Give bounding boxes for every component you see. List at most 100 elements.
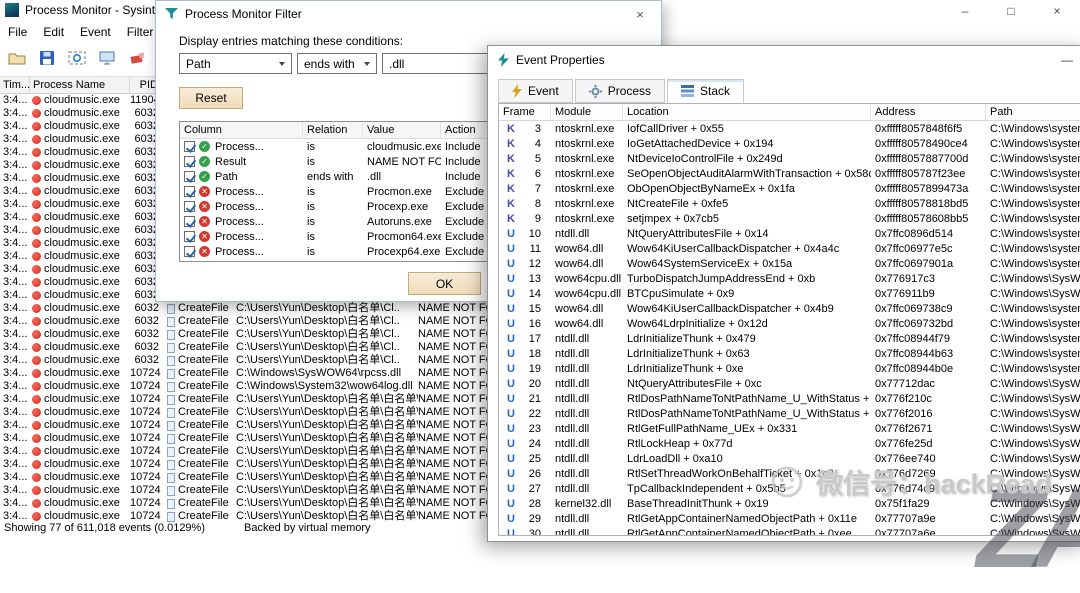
checkbox-checked-icon[interactable] (184, 171, 195, 182)
stack-header-module[interactable]: Module (551, 104, 623, 120)
column-header-process-name[interactable]: Process Name (30, 77, 130, 93)
stack-frame-row[interactable]: K 5 ntoskrnl.exe NtDeviceIoControlFile + 0x… (499, 151, 1080, 166)
minimize-button[interactable]: – (942, 0, 988, 22)
menu-file[interactable]: File (0, 25, 35, 39)
process-name-text: cloudmusic.exe (44, 484, 120, 496)
stack-frame-row[interactable]: U 14 wow64cpu.dll BTCpuSimulate + 0x9 0x7769… (499, 286, 1080, 301)
stack-frame-row[interactable]: U 10 ntdll.dll NtQueryAttributesFile + 0x14… (499, 226, 1080, 241)
event-properties-minimize-button[interactable]: — (1048, 46, 1080, 73)
process-name-text: cloudmusic.exe (44, 354, 120, 366)
stack-frame-row[interactable]: K 6 ntoskrnl.exe SeOpenObjectAuditAlarmWith… (499, 166, 1080, 181)
stack-frame-row[interactable]: U 25 ntdll.dll LdrLoadDll + 0xa10 0x776ee740… (499, 451, 1080, 466)
column-header-time[interactable]: Tim... (0, 77, 30, 93)
stack-address-cell: 0x7ffc069738c9 (875, 302, 953, 315)
stack-frame-row[interactable]: U 29 ntdll.dll RtlGetAppContainerNamedObjec… (499, 511, 1080, 526)
stack-frame-row[interactable]: U 26 ntdll.dll RtlSetThreadWorkOnBehalfTick… (499, 466, 1080, 481)
stack-frame-row[interactable]: U 21 ntdll.dll RtlDosPathNameToNtPathName_U… (499, 391, 1080, 406)
capture-icon[interactable] (66, 47, 88, 69)
filter-header-value[interactable]: Value (363, 122, 441, 138)
frame-number: 13 (528, 272, 541, 285)
ok-button[interactable]: OK (408, 272, 481, 295)
stack-frame-row[interactable]: U 20 ntdll.dll NtQueryAttributesFile + 0xc 0… (499, 376, 1080, 391)
stack-frame-row[interactable]: U 27 ntdll.dll TpCallbackIndependent + 0x5b… (499, 481, 1080, 496)
filter-dialog-titlebar[interactable]: Process Monitor Filter × (156, 1, 661, 27)
stack-frame-row[interactable]: U 11 wow64.dll Wow64KiUserCallbackDispatche… (499, 241, 1080, 256)
save-icon[interactable] (36, 47, 58, 69)
tab-event[interactable]: Event (498, 79, 573, 103)
filter-rule-column: Process... (215, 230, 264, 243)
stack-frame-row[interactable]: U 13 wow64cpu.dll TurboDispatchJumpAddressE… (499, 271, 1080, 286)
tab-process[interactable]: Process (574, 79, 666, 103)
clear-icon[interactable] (126, 47, 148, 69)
stack-frame-row[interactable]: U 28 kernel32.dll BaseThreadInitThunk + 0x1… (499, 496, 1080, 511)
stack-header-address[interactable]: Address (871, 104, 986, 120)
filter-header-column[interactable]: Column (180, 122, 303, 138)
checkbox-checked-icon[interactable] (184, 186, 195, 197)
operation-name-text: CreateFile (178, 471, 229, 483)
tab-stack-label: Stack (700, 84, 731, 98)
maximize-button[interactable]: □ (988, 0, 1034, 22)
event-process-cell: cloudmusic.exe (30, 393, 130, 406)
user-frame-icon: U (507, 317, 515, 330)
filter-rule-relation: is (307, 200, 315, 213)
stack-address-cell: 0xfffff8057887700d (875, 152, 969, 165)
stack-frame-row[interactable]: U 24 ntdll.dll RtlLockHeap + 0x77d 0x776fe25… (499, 436, 1080, 451)
menu-event[interactable]: Event (72, 25, 119, 39)
stack-frame-row[interactable]: K 3 ntoskrnl.exe IofCallDriver + 0x55 0xffff… (499, 121, 1080, 136)
stack-frame-row[interactable]: U 22 ntdll.dll RtlDosPathNameToNtPathName_U… (499, 406, 1080, 421)
filter-rule-main-cell: ✕ Process... (180, 216, 303, 228)
stack-frame-row[interactable]: K 9 ntoskrnl.exe setjmpex + 0x7cb5 0xfffff80… (499, 211, 1080, 226)
event-time-cell: 3:4... (3, 250, 28, 262)
close-button[interactable]: × (1034, 0, 1080, 22)
reset-button[interactable]: Reset (179, 87, 243, 109)
checkbox-checked-icon[interactable] (184, 246, 195, 257)
event-pid-cell: 10724 (130, 419, 161, 431)
filter-funnel-icon (165, 8, 178, 20)
checkbox-checked-icon[interactable] (184, 231, 195, 242)
filter-close-icon[interactable]: × (625, 3, 655, 25)
event-time-cell: 3:4... (3, 432, 28, 444)
filter-rule-main-cell: ✕ Process... (180, 201, 303, 213)
event-operation-cell: CreateFile (162, 315, 236, 328)
tab-stack[interactable]: Stack (667, 79, 745, 103)
event-pid-cell: 10724 (130, 497, 161, 509)
stack-module-cell: ntdll.dll (555, 452, 590, 465)
stack-frame-row[interactable]: U 19 ntdll.dll LdrInitializeThunk + 0xe 0x7f… (499, 361, 1080, 376)
checkbox-checked-icon[interactable] (184, 141, 195, 152)
stack-header-location[interactable]: Location (623, 104, 871, 120)
menu-edit[interactable]: Edit (35, 25, 72, 39)
checkbox-checked-icon[interactable] (184, 156, 195, 167)
stack-frame-row[interactable]: K 8 ntoskrnl.exe NtCreateFile + 0xfe5 0xffff… (499, 196, 1080, 211)
stack-frame-row[interactable]: U 18 ntdll.dll LdrInitializeThunk + 0x63 0x7… (499, 346, 1080, 361)
filter-relation-select[interactable]: ends with (297, 53, 377, 74)
event-process-cell: cloudmusic.exe (30, 497, 130, 510)
checkbox-checked-icon[interactable] (184, 216, 195, 227)
stack-frame-row[interactable]: U 23 ntdll.dll RtlGetFullPathName_UEx + 0x3… (499, 421, 1080, 436)
filter-header-relation[interactable]: Relation (303, 122, 363, 138)
stack-frame-row[interactable]: U 15 wow64.dll Wow64KiUserCallbackDispatche… (499, 301, 1080, 316)
cloudmusic-process-icon (32, 226, 41, 235)
stack-frame-row[interactable]: U 16 wow64.dll Wow64LdrpInitialize + 0x12d 0… (499, 316, 1080, 331)
stack-path-cell: C:\Windows\system32 (990, 182, 1080, 195)
stack-frame-row[interactable]: K 4 ntoskrnl.exe IoGetAttachedDevice + 0x19… (499, 136, 1080, 151)
event-pid-cell: 10724 (130, 458, 161, 470)
event-properties-titlebar[interactable]: Event Properties — (488, 46, 1080, 73)
stack-frame-row[interactable]: U 12 wow64.dll Wow64SystemServiceEx + 0x15a… (499, 256, 1080, 271)
stack-address-cell: 0x75f1fa29 (875, 497, 930, 510)
user-frame-icon: U (507, 272, 515, 285)
cloudmusic-process-icon (32, 148, 41, 157)
autoscroll-icon[interactable] (96, 47, 118, 69)
event-time-cell: 3:4... (3, 224, 28, 236)
stack-frame-row[interactable]: K 7 ntoskrnl.exe ObOpenObjectByNameEx + 0x1… (499, 181, 1080, 196)
stack-address-cell: 0x776f2671 (875, 422, 933, 435)
stack-module-cell: ntdll.dll (555, 422, 590, 435)
stack-header-path[interactable]: Path (986, 104, 1080, 120)
filter-column-select[interactable]: Path (179, 53, 292, 74)
stack-frame-row[interactable]: U 17 ntdll.dll LdrInitializeThunk + 0x479 0x… (499, 331, 1080, 346)
open-icon[interactable] (6, 47, 28, 69)
stack-header-frame[interactable]: Frame (499, 104, 551, 120)
event-process-cell: cloudmusic.exe (30, 484, 130, 497)
checkbox-checked-icon[interactable] (184, 201, 195, 212)
event-time-cell: 3:4... (3, 120, 28, 132)
status-events-count: Showing 77 of 611,018 events (0.0129%) (4, 522, 205, 534)
